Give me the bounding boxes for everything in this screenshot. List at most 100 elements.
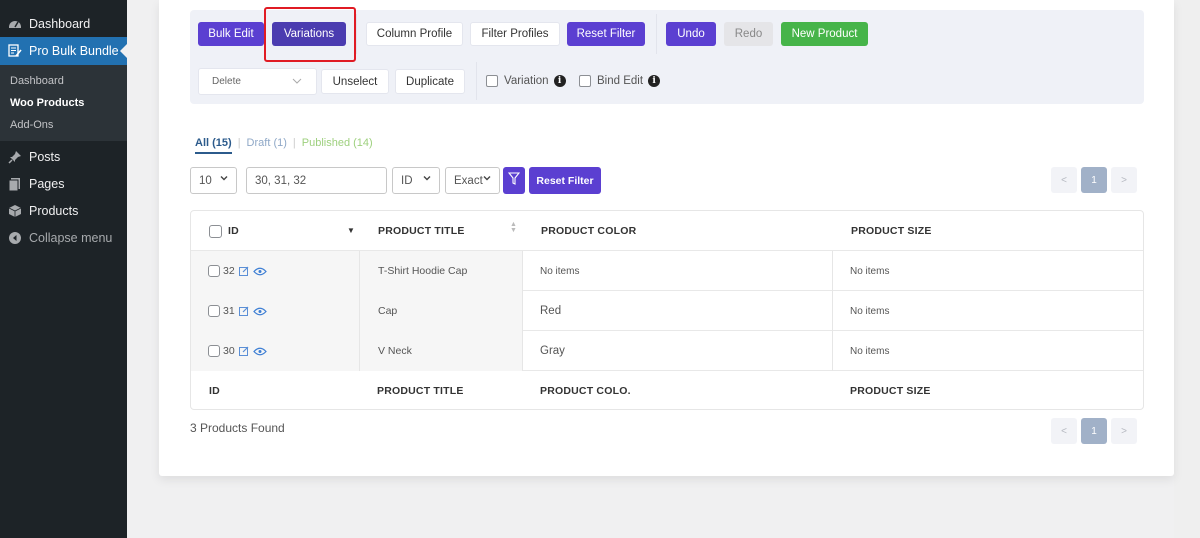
- info-icon[interactable]: i: [648, 75, 661, 87]
- header-label: ID: [228, 225, 239, 237]
- prev-page-button[interactable]: <: [1051, 418, 1077, 444]
- tab-separator: |: [237, 137, 241, 149]
- divider: [356, 14, 357, 54]
- size-cell[interactable]: No items: [832, 331, 1143, 371]
- color-cell[interactable]: Red: [522, 291, 832, 331]
- variation-label: Variation: [504, 75, 549, 87]
- variations-button[interactable]: Variations: [272, 22, 346, 46]
- submenu-item-woo-products[interactable]: Woo Products: [0, 92, 127, 114]
- header-id[interactable]: ID: [209, 211, 359, 251]
- color-cell[interactable]: Gray: [522, 331, 832, 371]
- sidebar-item-dashboard[interactable]: Dashboard: [0, 10, 127, 37]
- table-row[interactable]: 32 T-Shirt Hoodie Cap No items No items: [191, 251, 1143, 291]
- submenu-item-add-ons[interactable]: Add-Ons: [0, 114, 127, 136]
- row-checkbox[interactable]: [208, 345, 220, 357]
- title-cell[interactable]: T-Shirt Hoodie Cap: [359, 251, 522, 291]
- match-type-value: Exact: [454, 174, 483, 187]
- select-all-checkbox[interactable]: [209, 224, 222, 238]
- page-1-button[interactable]: 1: [1081, 418, 1107, 444]
- products-table: ID ▼ PRODUCT TITLE ▲ ▼ PRODUCT COLOR PROD…: [190, 210, 1144, 410]
- row-id: 31: [223, 305, 235, 317]
- prev-page-button[interactable]: <: [1051, 167, 1077, 193]
- tab-all[interactable]: All (15): [195, 137, 232, 154]
- filter-profiles-button[interactable]: Filter Profiles: [470, 22, 560, 46]
- bind-edit-checkbox[interactable]: [579, 75, 591, 87]
- duplicate-button[interactable]: Duplicate: [395, 69, 465, 94]
- sidebar-item-label: Posts: [29, 149, 61, 164]
- sidebar-submenu: Dashboard Woo Products Add-Ons: [0, 65, 127, 141]
- bulk-action-select[interactable]: Delete: [198, 68, 317, 95]
- view-icon[interactable]: [252, 307, 267, 316]
- footer-product-title: PRODUCT TITLE: [377, 385, 464, 397]
- page-background-strip: [1174, 0, 1200, 538]
- sidebar-item-pages[interactable]: Pages: [0, 170, 127, 197]
- tab-published[interactable]: Published (14): [302, 137, 373, 154]
- footer-product-size: PRODUCT SIZE: [850, 385, 931, 397]
- sidebar-item-products[interactable]: Products: [0, 197, 127, 224]
- sidebar-item-label: Pages: [29, 176, 65, 191]
- admin-sidebar: Dashboard Pro Bulk Bundle Dashboard Woo …: [0, 0, 127, 538]
- sort-desc-icon[interactable]: ▼: [347, 226, 355, 235]
- row-checkbox[interactable]: [208, 305, 220, 317]
- collapse-menu-button[interactable]: Collapse menu: [0, 224, 127, 251]
- sort-icon[interactable]: ▲ ▼: [510, 221, 517, 234]
- new-product-button[interactable]: New Product: [781, 22, 868, 46]
- filter-button[interactable]: [503, 167, 525, 194]
- bulk-edit-button[interactable]: Bulk Edit: [198, 22, 264, 46]
- edit-icon[interactable]: [238, 306, 249, 316]
- table-row[interactable]: 31 Cap Red No items: [191, 291, 1143, 331]
- search-input[interactable]: 30, 31, 32: [246, 167, 387, 194]
- id-cell: 30: [191, 331, 359, 371]
- undo-button[interactable]: Undo: [666, 22, 716, 46]
- reset-filter-secondary-button[interactable]: Reset Filter: [529, 167, 601, 194]
- edit-icon[interactable]: [238, 346, 249, 356]
- info-icon[interactable]: i: [553, 75, 566, 87]
- id-cell: 31: [191, 291, 359, 331]
- title-cell[interactable]: V Neck: [359, 331, 522, 371]
- unselect-button[interactable]: Unselect: [321, 69, 389, 94]
- edit-icon[interactable]: [238, 266, 249, 276]
- sidebar-item-label: Dashboard: [29, 16, 91, 31]
- dashboard-icon: [8, 17, 22, 31]
- divider: [656, 14, 657, 54]
- box-icon: [8, 204, 22, 218]
- chevron-down-icon: [292, 76, 302, 88]
- table-header-row: ID ▼ PRODUCT TITLE ▲ ▼ PRODUCT COLOR PROD…: [191, 211, 1143, 251]
- pin-icon: [8, 150, 22, 164]
- page-1-button[interactable]: 1: [1081, 167, 1107, 193]
- sidebar-item-posts[interactable]: Posts: [0, 143, 127, 170]
- title-cell[interactable]: Cap: [359, 291, 522, 331]
- filter-field-select[interactable]: ID: [392, 167, 440, 194]
- footer-id: ID: [209, 385, 220, 397]
- per-page-value: 10: [199, 174, 212, 187]
- sidebar-item-label: Products: [29, 203, 79, 218]
- size-cell[interactable]: No items: [832, 251, 1143, 291]
- header-product-size[interactable]: PRODUCT SIZE: [851, 211, 1101, 251]
- match-type-select[interactable]: Exact: [445, 167, 500, 194]
- reset-filter-button[interactable]: Reset Filter: [567, 22, 645, 46]
- row-id: 32: [223, 265, 235, 277]
- next-page-button[interactable]: >: [1111, 418, 1137, 444]
- redo-button[interactable]: Redo: [724, 22, 773, 46]
- sidebar-item-pro-bulk-bundle[interactable]: Pro Bulk Bundle: [0, 37, 127, 65]
- size-cell[interactable]: No items: [832, 291, 1143, 331]
- next-page-button[interactable]: >: [1111, 167, 1137, 193]
- filter-field-value: ID: [401, 174, 413, 187]
- per-page-select[interactable]: 10: [190, 167, 237, 194]
- submenu-item-dashboard[interactable]: Dashboard: [0, 70, 127, 92]
- tab-draft[interactable]: Draft (1): [247, 137, 287, 154]
- header-product-title[interactable]: PRODUCT TITLE: [378, 211, 518, 251]
- header-product-color[interactable]: PRODUCT COLOR: [541, 211, 791, 251]
- bind-edit-label: Bind Edit: [597, 75, 644, 87]
- footer-product-color: PRODUCT COLO.: [540, 385, 631, 397]
- funnel-icon: [507, 171, 521, 190]
- view-icon[interactable]: [252, 267, 267, 276]
- column-profile-button[interactable]: Column Profile: [366, 22, 463, 46]
- table-row[interactable]: 30 V Neck Gray No items: [191, 331, 1143, 371]
- row-checkbox[interactable]: [208, 265, 220, 277]
- pro-bulk-icon: [8, 44, 22, 58]
- variation-checkbox[interactable]: [486, 75, 498, 87]
- view-icon[interactable]: [252, 347, 267, 356]
- color-cell[interactable]: No items: [522, 251, 832, 291]
- pagination-top: < 1 >: [1051, 167, 1137, 193]
